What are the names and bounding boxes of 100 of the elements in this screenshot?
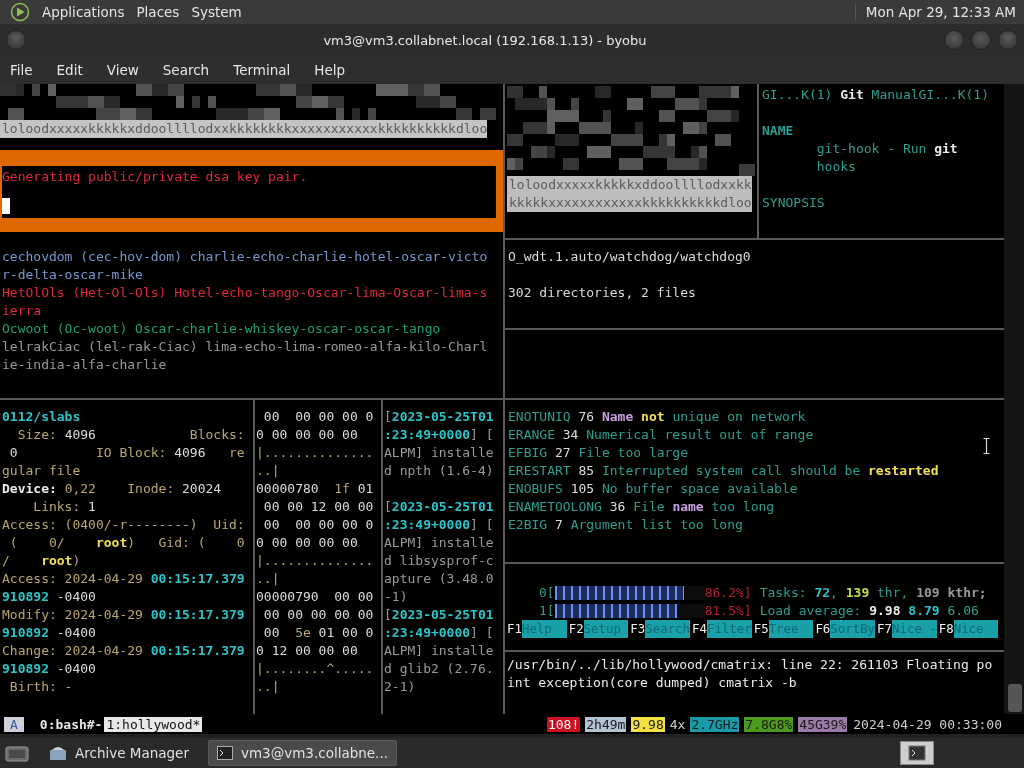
terminal-line: 00 00 12 00 00 (262, 498, 374, 516)
status-indicator: 45G39% (798, 716, 848, 732)
window-menu-button[interactable] (6, 30, 26, 50)
terminal-line: git-hook - Run git (815, 140, 958, 158)
session-label: A (4, 716, 24, 732)
show-desktop-icon[interactable] (4, 743, 30, 763)
status-indicator: 2.7GHz (690, 716, 740, 732)
terminal-line: :23:49+0000] [ (384, 426, 494, 444)
terminal-line: r-delta-oscar-mike (2, 266, 143, 284)
terminal-line: 0 IO Block: 4096 re (8, 444, 245, 462)
terminal-line: cechovdom (cec-hov-dom) charlie-echo-charlie-hotel-oscar-victo (2, 248, 488, 266)
status-indicator: 7.8G8% (744, 716, 794, 732)
terminal-line: Size: 4096 Blocks: (16, 426, 245, 444)
terminal-line: 00000790 00 00 (256, 588, 374, 606)
terminal-line: 00 00 00 00 00 (262, 606, 374, 624)
terminal-line: Change: 2024-04-29 00:15:17.379 (2, 642, 245, 660)
terminal-line: HetOlOls (Het-Ol-Ols) Hotel-echo-tango-Oscar-lima-Oscar-lima-s (2, 284, 488, 302)
terminal-line: |.............. (256, 444, 374, 462)
status-indicator: 4x (669, 716, 686, 732)
terminal-line: Generating public/private dsa key pair. (2, 168, 308, 186)
terminal-line: ALPM] installe (384, 444, 494, 462)
terminal-line: ENOTUNIQ 76 Name not unique on network (508, 408, 806, 426)
terminal-line: NAME (762, 122, 794, 140)
terminal-line: |.............. (256, 552, 374, 570)
terminal-line: [2023-05-25T01 (384, 606, 494, 624)
terminal-line: ..| (256, 678, 280, 696)
terminal-line: ALPM] installe (384, 642, 494, 660)
text-cursor-icon (983, 438, 990, 454)
taskbar-button[interactable]: vm3@vm3.collabne... (208, 740, 397, 766)
terminal-line: Load average: 9.98 8.79 6.06 (759, 602, 979, 620)
terminal-line: 910892 -0400 (2, 588, 96, 606)
panel-menu[interactable]: System (191, 4, 242, 20)
terminal-line: |........^..... (256, 660, 374, 678)
terminal-line: ierra (2, 302, 42, 320)
terminal-line: ie-india-alfa-charlie (2, 356, 167, 374)
terminal-line: lelrakCiac (lel-rak-Ciac) lima-echo-lima-romeo-alfa-kilo-Charl (2, 338, 488, 356)
window-tab[interactable]: 1:hollywood* (104, 716, 203, 732)
terminal-line: Access: (0400/-r--------) Uid: (2, 516, 245, 534)
terminal-line: Ocwoot (Oc-woot) Oscar-charlie-whiskey-oscar-oscar-tango (2, 320, 441, 338)
terminal-line: d libsysprof-c (384, 552, 494, 570)
panel-clock[interactable]: Mon Apr 29, 12:33 AM (854, 4, 1016, 20)
terminal-line: Access: 2024-04-29 00:15:17.379 (2, 570, 245, 588)
menu-item[interactable]: Search (162, 62, 210, 78)
terminal-line: /usr/bin/../lib/hollywood/cmatrix: line 22: 261103 Floating po (507, 656, 993, 674)
terminal-line: EFBIG 27 File too large (508, 444, 689, 462)
maximize-button[interactable] (971, 30, 991, 50)
panel-menu[interactable]: Places (136, 4, 180, 20)
menu-item[interactable]: File (10, 62, 33, 78)
status-indicator: 2h49m (585, 716, 627, 732)
terminal-line: 2-1) (384, 678, 416, 696)
text-cursor (2, 198, 10, 214)
menu-item[interactable]: Edit (56, 62, 83, 78)
terminal-line: [2023-05-25T01 (384, 408, 494, 426)
terminal-line: 910892 -0400 (2, 660, 96, 678)
window-title: vm3@vm3.collabnet.local (192.168.1.13) - byobu (322, 32, 648, 48)
terminal-line: 0112/slabs (2, 408, 81, 426)
terminal-line: int exception(core dumped) cmatrix -b (507, 674, 797, 692)
terminal-line: apture (3.48.0 (384, 570, 494, 588)
cpu-reading: 86.2%] (704, 584, 752, 602)
menu-item[interactable]: Help (314, 62, 346, 78)
terminal-line: d glib2 (2.76. (384, 660, 494, 678)
terminal-line: SYNOPSIS (762, 194, 825, 212)
terminal-line: ENOBUFS 105 No buffer space available (508, 480, 798, 498)
terminal-line: 302 directories, 2 files (508, 284, 696, 302)
terminal-icon (217, 745, 233, 761)
window-tab[interactable]: 0:bash#- (37, 716, 105, 732)
terminal-line: / root) (2, 552, 81, 570)
terminal-line: Modify: 2024-04-29 00:15:17.379 (2, 606, 245, 624)
terminal-line: 910892 -0400 (2, 624, 96, 642)
scrollbar-thumb[interactable] (1008, 684, 1022, 712)
play-logo-icon[interactable] (10, 2, 30, 22)
cpu-label: 1[ (538, 602, 555, 620)
terminal-line: hooks (815, 158, 856, 176)
close-button[interactable] (998, 30, 1018, 50)
terminal-line: Birth: - (8, 678, 73, 696)
minimize-button[interactable] (944, 30, 964, 50)
terminal-line: ( 0/ root) Gid: ( 0 (8, 534, 245, 552)
terminal-line: 00 5e 01 00 0 (262, 624, 374, 642)
terminal-line: Device: 0,22 Inode: 20024 (2, 480, 222, 498)
menu-item[interactable]: View (106, 62, 139, 78)
cpu-reading: 81.5%] (704, 602, 752, 620)
terminal-line: [2023-05-25T01 (384, 498, 494, 516)
terminal-line: 0 00 00 00 00 (256, 426, 358, 444)
terminal-line: d npth (1.6-4) (384, 462, 494, 480)
terminal-line: -1) (384, 588, 408, 606)
taskbar-button[interactable]: Archive Manager (40, 740, 198, 766)
terminal-line: 0 12 00 00 00 (256, 642, 358, 660)
archive-icon (49, 745, 67, 761)
panel-menu[interactable]: Applications (42, 4, 125, 20)
terminal-line: ENAMETOOLONG 36 File name too long (508, 498, 775, 516)
scrollbar[interactable] (1004, 84, 1024, 714)
workspace-switcher-icon[interactable] (900, 741, 934, 765)
terminal-line: gular file (2, 462, 81, 480)
menu-item[interactable]: Terminal (233, 62, 291, 78)
terminal-line: :23:49+0000] [ (384, 624, 494, 642)
terminal-line: :23:49+0000] [ (384, 516, 494, 534)
terminal-line: ERESTART 85 Interrupted system call should be restarted (508, 462, 939, 480)
terminal-line: Tasks: 72, 139 thr, 109 kthr; (759, 584, 987, 602)
terminal-line: ALPM] installe (384, 534, 494, 552)
status-indicator: 108! (546, 716, 581, 732)
